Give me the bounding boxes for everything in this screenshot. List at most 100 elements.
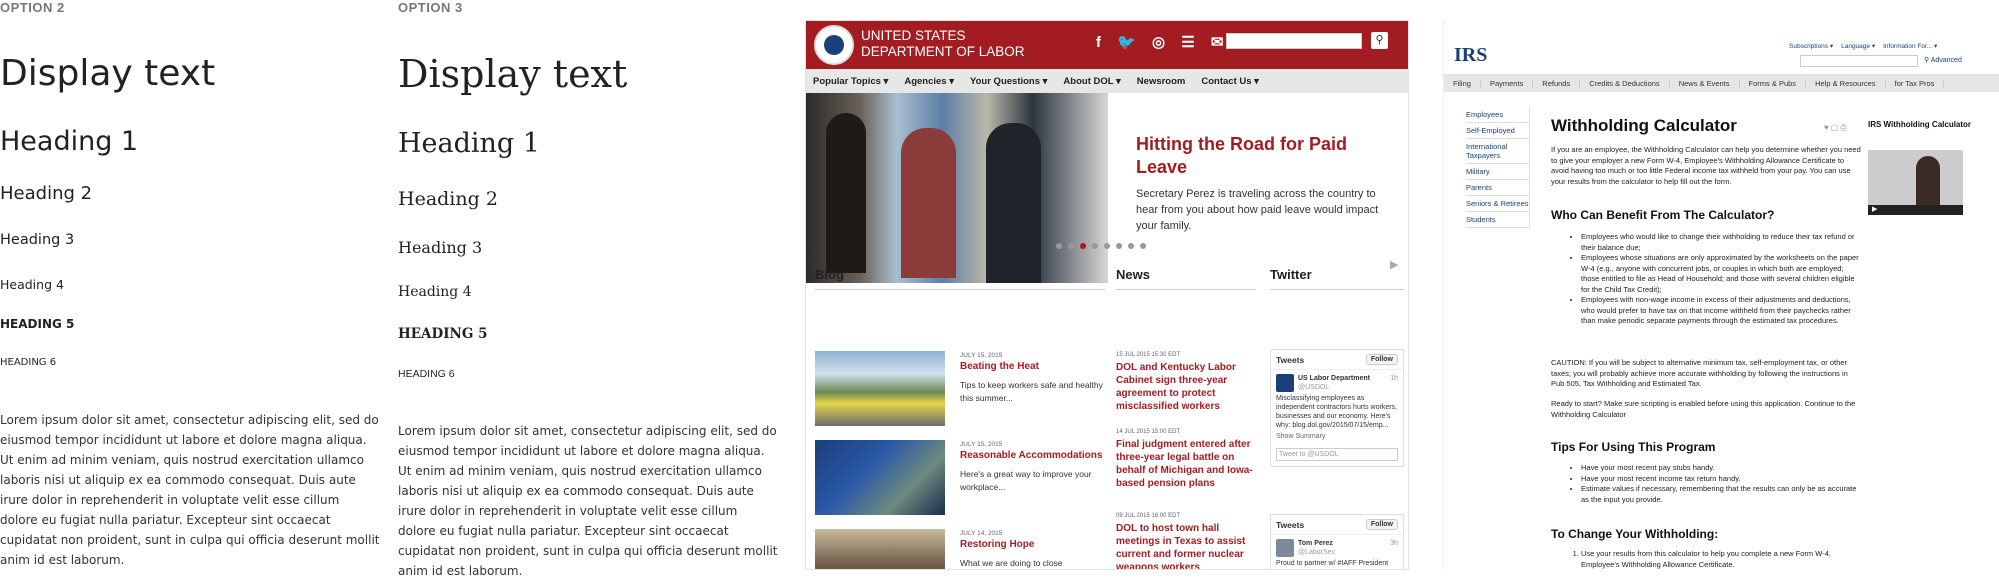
list-item: Employees with non-wage income in excess…: [1581, 295, 1861, 327]
information-for-link[interactable]: Information For... ▾: [1883, 42, 1937, 50]
carousel-dot[interactable]: [1140, 243, 1146, 249]
blog-item[interactable]: JULY 14, 2015 Restoring Hope What we are…: [815, 529, 1105, 569]
advanced-search-link[interactable]: ⚲ Advanced: [1924, 56, 1962, 64]
dol-seal-icon[interactable]: [814, 25, 854, 65]
carousel-dot-active[interactable]: [1080, 243, 1086, 249]
blog-date: JULY 15, 2015: [960, 441, 1003, 448]
show-summary-link[interactable]: Show Summary: [1276, 432, 1398, 441]
carousel-dot[interactable]: [1068, 243, 1074, 249]
sidebar-item-military[interactable]: Military: [1466, 164, 1529, 180]
avatar[interactable]: [1276, 374, 1294, 392]
sidebar-item-parents[interactable]: Parents: [1466, 180, 1529, 196]
heading-1: Heading 1: [398, 128, 540, 159]
search-input[interactable]: [1226, 33, 1362, 49]
typography-option-3: OPTION 3 Display text Heading 1 Heading …: [398, 0, 788, 578]
blog-heading: Blog: [815, 267, 844, 282]
nav-your-questions[interactable]: Your Questions ▾: [970, 76, 1047, 87]
dol-website-sample: UNITED STATES DEPARTMENT OF LABOR f 🐦 ◎ …: [805, 20, 1409, 570]
nav-credits-deductions[interactable]: Credits & Deductions: [1580, 78, 1670, 88]
sidebar-item-seniors[interactable]: Seniors & Retirees: [1466, 196, 1529, 212]
sidebar-item-employees[interactable]: Employees: [1466, 107, 1529, 123]
social-icons[interactable]: f 🐦 ◎ ☰ ✉: [1096, 33, 1229, 51]
video-player[interactable]: ▶: [1868, 150, 1963, 215]
hero-carousel: Hitting the Road for Paid Leave Secretar…: [806, 93, 1408, 283]
nav-refunds[interactable]: Refunds: [1533, 78, 1581, 88]
body-text: Lorem ipsum dolor sit amet, consectetur …: [0, 413, 380, 567]
hero-text: Secretary Perez is traveling across the …: [1136, 188, 1379, 232]
tweet-author[interactable]: US Labor Department 1h: [1276, 374, 1398, 383]
dol-nav: Popular Topics ▾ Agencies ▾ Your Questio…: [806, 69, 1408, 93]
nav-tax-pros[interactable]: for Tax Pros: [1886, 78, 1945, 88]
top-links: Subscriptions ▾ Language ▾ Information F…: [1789, 42, 1937, 50]
blog-title[interactable]: Reasonable Accommodations: [960, 450, 1102, 461]
twitter-widget: Tweets Follow Tom Perez 3h @LaborSec Prou…: [1270, 514, 1404, 569]
subscriptions-link[interactable]: Subscriptions ▾: [1789, 42, 1833, 50]
tweet-handle: @USDOL: [1298, 384, 1330, 391]
news-title[interactable]: Final judgment entered after three-year …: [1116, 438, 1256, 490]
share-print-icons[interactable]: ♥▢⎙: [1824, 123, 1849, 133]
blog-date: JULY 14, 2015: [960, 530, 1003, 537]
change-list: Use your results from this calculator to…: [1551, 549, 1861, 570]
who-heading: Who Can Benefit From The Calculator?: [1551, 208, 1775, 222]
search-icon[interactable]: ⚲: [1371, 32, 1388, 49]
heading-2: Heading 2: [0, 183, 93, 204]
news-item[interactable]: 15 JUL 2015 15:30 EDT DOL and Kentucky L…: [1116, 352, 1256, 413]
hero-title[interactable]: Hitting the Road for Paid Leave: [1136, 133, 1396, 179]
sidebar-item-international[interactable]: International Taxpayers: [1466, 139, 1529, 164]
heading-6: HEADING 6: [398, 368, 455, 380]
blog-excerpt: What we are doing to close: [960, 558, 1063, 568]
nav-agencies[interactable]: Agencies ▾: [904, 76, 954, 87]
news-item[interactable]: 14 JUL 2015 15:00 EDT Final judgment ent…: [1116, 429, 1256, 490]
tweet-text: Proud to partner w/ #IAFF President Haro…: [1276, 560, 1389, 567]
blog-title[interactable]: Beating the Heat: [960, 361, 1039, 372]
nav-filing[interactable]: Filing: [1444, 78, 1481, 88]
page-title: Withholding Calculator: [1551, 116, 1737, 135]
news-title[interactable]: DOL to host town hall meetings in Texas …: [1116, 522, 1256, 569]
follow-button[interactable]: Follow: [1365, 354, 1398, 365]
carousel-dot[interactable]: [1128, 243, 1134, 249]
tweet-input[interactable]: Tweet to @USDOL: [1276, 448, 1398, 461]
heading-1: Heading 1: [0, 126, 139, 157]
nav-about-dol[interactable]: About DOL ▾: [1063, 76, 1120, 87]
language-link[interactable]: Language ▾: [1841, 42, 1875, 50]
search-input[interactable]: [1800, 55, 1918, 67]
news-item[interactable]: 09 JUL 2015 16:00 EDT DOL to host town h…: [1116, 513, 1256, 569]
caution-text: CAUTION: If you will be subject to alter…: [1551, 358, 1848, 388]
brand-line-2: DEPARTMENT OF LABOR: [861, 44, 1025, 59]
display-text: Display text: [398, 52, 628, 96]
sidebar-item-self-employed[interactable]: Self-Employed: [1466, 123, 1529, 139]
blog-excerpt: Tips to keep workers safe and healthy th…: [960, 380, 1103, 403]
irs-nav: Filing Payments Refunds Credits & Deduct…: [1444, 74, 1999, 92]
tweet-author[interactable]: Tom Perez 3h: [1276, 539, 1398, 548]
carousel-dot[interactable]: [1056, 243, 1062, 249]
nav-contact-us[interactable]: Contact Us ▾: [1201, 76, 1259, 87]
play-icon[interactable]: ▶: [1390, 258, 1398, 271]
tweets-label: Tweets: [1276, 519, 1305, 530]
follow-button[interactable]: Follow: [1365, 519, 1398, 530]
sidebar-item-students[interactable]: Students: [1466, 212, 1529, 228]
nav-forms-pubs[interactable]: Forms & Pubs: [1740, 78, 1807, 88]
nav-popular-topics[interactable]: Popular Topics ▾: [813, 76, 888, 87]
carousel-dot[interactable]: [1116, 243, 1122, 249]
who-list: Employees who would like to change their…: [1551, 232, 1861, 327]
dol-brand[interactable]: UNITED STATES DEPARTMENT OF LABOR: [861, 28, 1025, 60]
heading-3: Heading 3: [0, 232, 75, 248]
heading-5: HEADING 5: [0, 317, 75, 331]
nav-payments[interactable]: Payments: [1481, 78, 1534, 88]
blog-title[interactable]: Restoring Hope: [960, 539, 1034, 550]
brand-line-1: UNITED STATES: [861, 28, 966, 43]
blog-item[interactable]: JULY 15, 2015 Beating the Heat Tips to k…: [815, 351, 1105, 429]
blog-item[interactable]: JULY 15, 2015 Reasonable Accommodations …: [815, 440, 1105, 518]
carousel-dot[interactable]: [1104, 243, 1110, 249]
news-date: 09 JUL 2015 16:00 EDT: [1116, 513, 1181, 519]
avatar[interactable]: [1276, 539, 1294, 557]
search-icon[interactable]: ⚲: [1924, 57, 1929, 64]
heading-4: Heading 4: [0, 277, 64, 292]
nav-news-events[interactable]: News & Events: [1670, 78, 1740, 88]
nav-newsroom[interactable]: Newsroom: [1137, 76, 1186, 87]
irs-website-sample: IRS Subscriptions ▾ Language ▾ Informati…: [1443, 20, 1999, 570]
carousel-dot[interactable]: [1092, 243, 1098, 249]
nav-help-resources[interactable]: Help & Resources: [1806, 78, 1886, 88]
irs-logo[interactable]: IRS: [1454, 44, 1487, 67]
news-title[interactable]: DOL and Kentucky Labor Cabinet sign thre…: [1116, 361, 1256, 413]
